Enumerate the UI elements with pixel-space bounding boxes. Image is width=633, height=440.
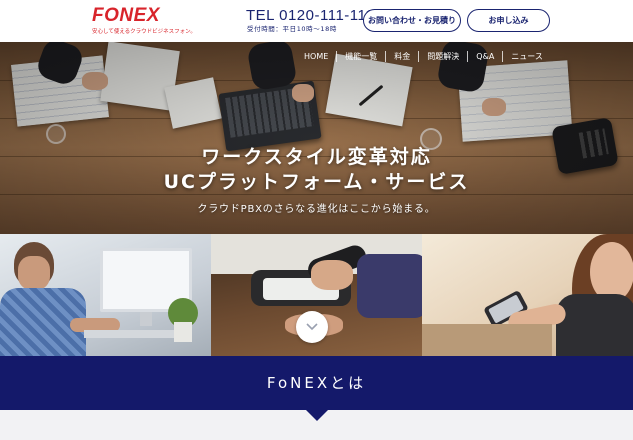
nav-item-news[interactable]: ニュース xyxy=(502,50,551,62)
nav-item-features[interactable]: 機能一覧 xyxy=(336,50,385,62)
photo-office-worker xyxy=(0,234,211,356)
business-hours: 受付時間：平日10時〜18時 xyxy=(247,25,337,33)
section-arrow xyxy=(306,410,328,421)
main-nav: HOME 機能一覧 料金 問題解決 Q&A ニュース xyxy=(296,46,551,66)
logo[interactable]: FONEX 安心して使えるクラウドビジネスフォン。 xyxy=(92,5,196,37)
hero-title-line1: ワークスタイル変革対応 xyxy=(201,146,432,168)
hero-title-line2: UCプラットフォーム・サービス xyxy=(163,171,470,193)
photo-smartphone-user xyxy=(422,234,633,356)
nav-item-solutions[interactable]: 問題解決 xyxy=(418,50,467,62)
apply-button[interactable]: お申し込み xyxy=(467,9,550,32)
contact-button[interactable]: お問い合わせ・お見積り xyxy=(363,9,461,32)
site-header: FONEX 安心して使えるクラウドビジネスフォン。 TEL 0120-111-1… xyxy=(0,0,633,42)
logo-tagline: 安心して使えるクラウドビジネスフォン。 xyxy=(92,29,196,35)
scroll-down-button[interactable] xyxy=(296,311,328,343)
logo-wordmark: FONEX xyxy=(92,5,160,26)
hero-banner: HOME 機能一覧 料金 問題解決 Q&A ニュース ワークスタイル変革対応 U… xyxy=(0,42,633,234)
phone-number[interactable]: TEL 0120-111-111 xyxy=(246,7,374,24)
nav-item-pricing[interactable]: 料金 xyxy=(385,50,418,62)
hero-subtitle: クラウドPBXのさらなる進化はここから始まる。 xyxy=(197,204,436,215)
nav-item-faq[interactable]: Q&A xyxy=(467,50,502,62)
section-title: FoNEXとは xyxy=(266,374,367,392)
section-header: FoNEXとは xyxy=(0,356,633,410)
chevron-down-icon xyxy=(306,323,318,331)
nav-item-home[interactable]: HOME xyxy=(296,51,336,62)
